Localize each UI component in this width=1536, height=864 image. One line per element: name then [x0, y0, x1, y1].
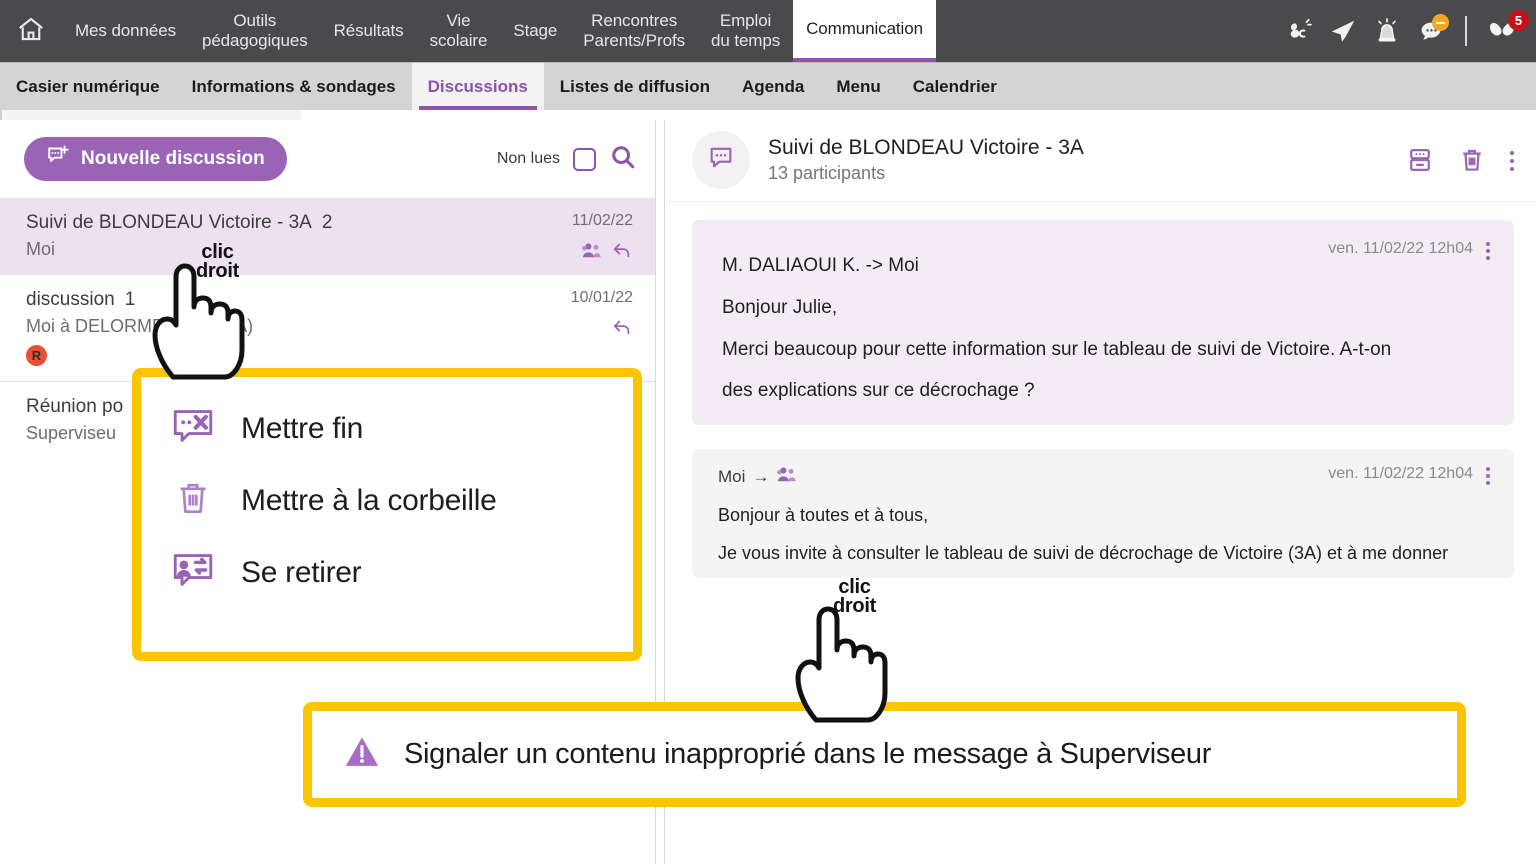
- discussion-message-count: 1: [124, 289, 136, 310]
- page-title: Suivi de BLONDEAU Victoire - 3A: [768, 135, 1084, 159]
- report-content-menu[interactable]: Signaler un contenu inapproprié dans le …: [303, 702, 1466, 807]
- status-badge: R: [26, 345, 47, 366]
- top-navigation-bar: Mes données Outils pédagogiques Résultat…: [0, 0, 1536, 62]
- discussion-date: 11/02/22: [571, 212, 633, 229]
- end-discussion-icon: [171, 407, 215, 450]
- message-sender-group: Moi →: [718, 465, 798, 488]
- subnav-item-casier-numerique[interactable]: Casier numérique: [0, 63, 176, 110]
- notification-count-badge: 5: [1508, 10, 1529, 31]
- discussion-status-icons: [581, 240, 633, 265]
- subnav-shadow-strip: [0, 110, 301, 120]
- unread-filter-checkbox[interactable]: [573, 147, 596, 171]
- subnav-item-listes-de-diffusion[interactable]: Listes de diffusion: [544, 63, 726, 110]
- message-bubble-incoming: ven. 11/02/22 12h04 M. DALIAOUI K. -> Mo…: [692, 220, 1514, 425]
- message-timestamp: ven. 11/02/22 12h04: [1328, 240, 1473, 257]
- context-menu: Mettre fin Mettre à la corbeille Se reti…: [132, 368, 642, 661]
- message-kebab-menu-icon[interactable]: [1486, 465, 1490, 485]
- home-button[interactable]: [0, 0, 62, 62]
- conversation-meta: Suivi de BLONDEAU Victoire - 3A 13 parti…: [768, 136, 1084, 184]
- topnav-item-communication[interactable]: Communication: [793, 0, 936, 62]
- discussion-title-row: Suivi de BLONDEAU Victoire - 3A 2: [26, 212, 633, 234]
- chat-bubble-icon: [707, 143, 735, 176]
- discussion-title: Réunion po: [26, 396, 124, 417]
- leave-discussion-icon: [171, 551, 215, 594]
- trash-icon[interactable]: [1458, 146, 1486, 174]
- topnav-item-mes-donnees[interactable]: Mes données: [62, 0, 189, 62]
- subnav-item-agenda[interactable]: Agenda: [726, 63, 820, 110]
- message-line: des explications sur ce décrochage ?: [722, 380, 1035, 402]
- context-menu-label: Se retirer: [241, 555, 362, 589]
- context-menu-item-se-retirer[interactable]: Se retirer: [141, 537, 633, 608]
- discussion-list-item-2[interactable]: discussion 1 Moi à DELORME Anaïs (3A) R …: [0, 275, 655, 381]
- context-menu-label: Mettre fin: [241, 411, 364, 445]
- secondary-navigation-bar: Casier numérique Informations & sondages…: [0, 62, 1536, 110]
- message-line: Bonjour à toutes et à tous,: [718, 505, 929, 525]
- message-line: Bonjour Julie,: [722, 296, 838, 318]
- message-sender: Moi: [718, 466, 746, 486]
- new-message-icon: [46, 144, 70, 174]
- archive-icon[interactable]: [1406, 146, 1434, 174]
- discussion-title: discussion: [26, 289, 115, 310]
- topnav-divider: [1465, 16, 1467, 46]
- alarm-siren-icon[interactable]: [1372, 16, 1402, 46]
- avatar: [692, 130, 750, 189]
- conversation-header: Suivi de BLONDEAU Victoire - 3A 13 parti…: [666, 120, 1536, 202]
- butterfly-logo-icon[interactable]: 5: [1486, 10, 1529, 46]
- topnav-item-rencontres-parents-profs[interactable]: Rencontres Parents/Profs: [570, 0, 698, 62]
- subnav-item-calendrier[interactable]: Calendrier: [897, 63, 1013, 110]
- home-icon: [16, 14, 46, 49]
- clover-badge-icon[interactable]: [1284, 16, 1314, 46]
- topnav-item-emploi-du-temps[interactable]: Emploi du temps: [698, 0, 793, 62]
- discussion-list-item-1[interactable]: Suivi de BLONDEAU Victoire - 3A 2 Moi 11…: [0, 198, 655, 275]
- discussion-subtitle: Moi à DELORME Anaïs (3A): [26, 316, 254, 336]
- subnav-item-discussions[interactable]: Discussions: [411, 63, 544, 110]
- list-filter-group: Non lues: [497, 143, 637, 176]
- warning-triangle-icon: [342, 733, 382, 776]
- unread-filter-label: Non lues: [496, 150, 560, 167]
- topnav-spacer: [936, 0, 1284, 62]
- context-menu-item-mettre-fin[interactable]: Mettre fin: [141, 393, 633, 464]
- message-kebab-menu-icon[interactable]: [1486, 240, 1490, 260]
- arrow-right-glyph: →: [752, 466, 770, 486]
- discussion-title-row: discussion 1: [26, 289, 633, 311]
- new-discussion-label: Nouvelle discussion: [81, 148, 265, 169]
- message-header: Moi → ven. 11/02/22 12h04: [718, 465, 1490, 488]
- discussion-list-toolbar: Nouvelle discussion Non lues: [0, 120, 655, 198]
- topnav-icon-group: 5: [1284, 0, 1536, 62]
- group-icon: [581, 241, 603, 264]
- minus-badge-icon: [1432, 14, 1449, 31]
- message-timestamp-group: ven. 11/02/22 12h04: [1328, 465, 1490, 485]
- subnav-item-menu[interactable]: Menu: [820, 63, 896, 110]
- group-icon: [776, 465, 798, 488]
- subnav-item-informations-sondages[interactable]: Informations & sondages: [176, 63, 412, 110]
- message-line: Merci beaucoup pour cette information su…: [722, 338, 1392, 360]
- paper-plane-icon[interactable]: [1328, 16, 1358, 46]
- message-timestamp: ven. 11/02/22 12h04: [1328, 465, 1473, 482]
- topnav-item-stage[interactable]: Stage: [500, 0, 570, 62]
- message-line: Je vous invite à consulter le tableau de…: [718, 542, 1449, 563]
- participants-count: 13 participants: [768, 162, 886, 183]
- discussion-title: Suivi de BLONDEAU Victoire - 3A: [26, 212, 312, 233]
- discussion-subtitle: Moi: [26, 239, 56, 259]
- search-icon[interactable]: [609, 143, 637, 176]
- new-discussion-button[interactable]: Nouvelle discussion: [24, 137, 287, 181]
- topnav-item-vie-scolaire[interactable]: Vie scolaire: [417, 0, 501, 62]
- context-menu-item-mettre-a-la-corbeille[interactable]: Mettre à la corbeille: [141, 464, 633, 537]
- message-bubble-outgoing: Moi → ven. 11/02/22 12h04 Bonjour à tout…: [692, 449, 1514, 578]
- context-menu-label: Mettre à la corbeille: [241, 483, 497, 517]
- trash-icon: [171, 478, 215, 523]
- conversation-actions: [1406, 146, 1514, 174]
- message-list: ven. 11/02/22 12h04 M. DALIAOUI K. -> Mo…: [666, 202, 1536, 578]
- report-content-label: Signaler un contenu inapproprié dans le …: [404, 738, 1212, 770]
- message-timestamp-group: ven. 11/02/22 12h04: [1328, 240, 1490, 260]
- reply-arrow-icon: [611, 240, 633, 265]
- kebab-menu-icon[interactable]: [1510, 149, 1514, 171]
- topnav-item-resultats[interactable]: Résultats: [321, 0, 417, 62]
- topnav-item-outils-pedagogiques[interactable]: Outils pédagogiques: [189, 0, 321, 62]
- chat-notification-icon[interactable]: [1416, 14, 1449, 46]
- discussion-status-icons: [611, 317, 633, 342]
- discussion-message-count: 2: [321, 212, 333, 233]
- reply-arrow-icon: [611, 317, 633, 342]
- discussion-date: 10/01/22: [570, 289, 633, 306]
